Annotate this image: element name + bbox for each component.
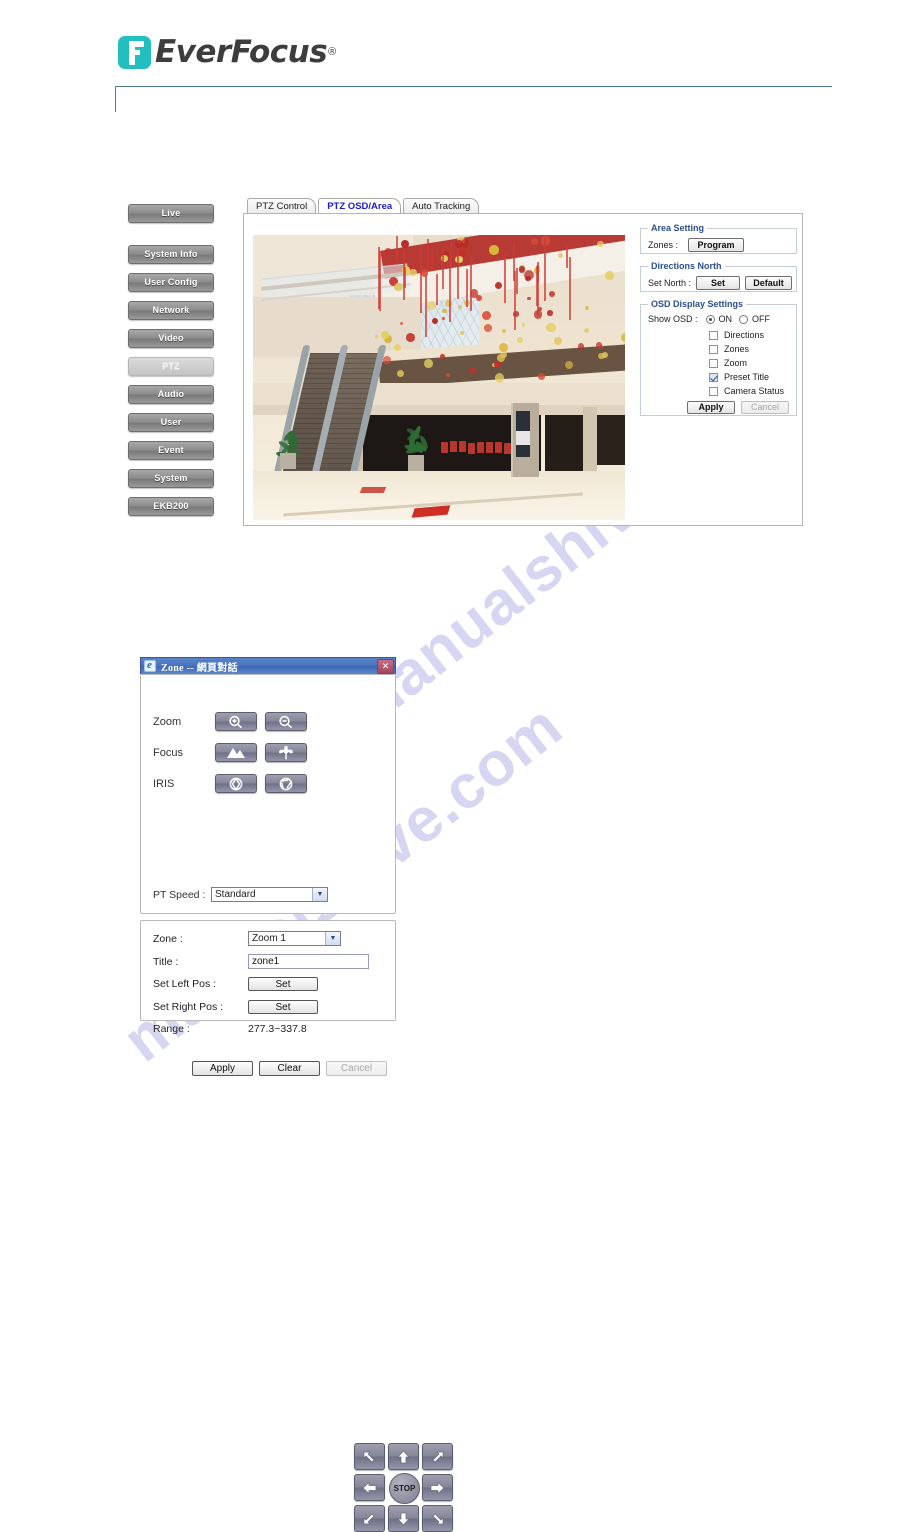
sidebar-item-user[interactable]: User [128,413,214,432]
set-left-pos-button[interactable]: Set [248,977,318,991]
zone-form-box: Zone : Zoom 1 ▼ Title : zone1 Set Left P… [140,920,396,1021]
set-north-label: Set North : [648,278,691,288]
zoom-out-button[interactable] [265,712,307,731]
pan-down-right-button[interactable] [422,1505,453,1532]
live-video-preview[interactable] [253,235,625,520]
sidebar-item-system-info[interactable]: System Info [128,245,214,264]
title-label: Title : [153,956,248,968]
set-right-pos-button[interactable]: Set [248,1000,318,1014]
sidebar-item-system[interactable]: System [128,469,214,488]
set-north-button[interactable]: Set [696,276,740,290]
registered-trademark-icon: ® [328,46,336,58]
show-osd-label: Show OSD : [648,314,698,324]
sidebar-item-ekb200[interactable]: EKB200 [128,497,214,516]
default-north-button[interactable]: Default [745,276,792,290]
pt-speed-label: PT Speed : [153,889,211,901]
ptz-control-box: Zoom Focus IRIS PT Speed: Standard ▼ [140,674,396,914]
show-osd-on-radio[interactable] [706,315,715,324]
chevron-down-icon[interactable]: ▼ [312,888,327,901]
show-osd-off-radio[interactable] [739,315,748,324]
sidebar-item-user-config[interactable]: User Config [128,273,214,292]
everfocus-logo: EverFocus ® [118,34,336,70]
tab-ptz-osd-area[interactable]: PTZ OSD/Area [318,198,401,214]
zone-clear-button[interactable]: Clear [259,1061,320,1076]
osd-apply-button[interactable]: Apply [687,401,735,414]
range-value: 277.3~337.8 [248,1023,307,1035]
zone-select[interactable]: Zoom 1 ▼ [248,931,341,946]
directions-label: Directions [724,330,764,340]
range-label: Range : [153,1023,248,1035]
zone-dialog-footer: Apply Clear Cancel [192,1061,387,1076]
zoom-label: Zoom [153,716,215,728]
sidebar-item-video[interactable]: Video [128,329,214,348]
pan-up-button[interactable] [388,1443,419,1470]
zones-label: Zones : [648,240,678,250]
sidebar-item-network[interactable]: Network [128,301,214,320]
pan-up-right-button[interactable] [422,1443,453,1470]
brand-name: EverFocus [155,34,327,70]
pan-down-button[interactable] [388,1505,419,1532]
tab-bar: PTZ Control PTZ OSD/Area Auto Tracking [247,198,481,214]
iris-close-button[interactable] [265,774,307,793]
title-input[interactable]: zone1 [248,954,369,969]
pt-speed-select[interactable]: Standard ▼ [211,887,328,902]
sidebar-item-ptz[interactable]: PTZ [128,357,214,376]
directions-checkbox[interactable] [709,331,718,340]
tab-auto-tracking[interactable]: Auto Tracking [403,198,479,214]
zones-checkbox-label: Zones [724,344,749,354]
pan-right-button[interactable] [422,1474,453,1501]
pan-down-left-button[interactable] [354,1505,385,1532]
pan-up-left-button[interactable] [354,1443,385,1470]
show-osd-on-label: ON [719,314,733,324]
sidebar-item-live[interactable]: Live [128,204,214,223]
osd-cancel-button: Cancel [741,401,789,414]
program-button[interactable]: Program [688,238,744,252]
close-icon[interactable]: ✕ [377,659,394,674]
zone-dialog-titlebar[interactable]: Zone -- 網頁對話 ✕ [140,657,396,674]
zoom-in-button[interactable] [215,712,257,731]
zone-apply-button[interactable]: Apply [192,1061,253,1076]
zone-dialog-title: Zone -- 網頁對話 [161,659,238,674]
area-setting-legend: Area Setting [648,223,707,233]
stop-button[interactable]: STOP [389,1473,420,1504]
zoom-checkbox[interactable] [709,359,718,368]
set-left-pos-label: Set Left Pos : [153,978,248,990]
sidebar-item-audio[interactable]: Audio [128,385,214,404]
pan-left-button[interactable] [354,1474,385,1501]
directions-north-legend: Directions North [648,261,725,271]
zone-label: Zone : [153,933,248,945]
everfocus-logo-mark [118,36,151,69]
sidebar-nav: Live System Info User Config Network Vid… [128,204,214,525]
chevron-down-icon[interactable]: ▼ [325,932,340,945]
page-header-band [115,86,832,112]
preset-title-checkbox[interactable] [709,373,718,382]
zones-checkbox[interactable] [709,345,718,354]
iris-open-button[interactable] [215,774,257,793]
osd-display-legend: OSD Display Settings [648,299,746,309]
iris-label: IRIS [153,778,215,790]
focus-near-button[interactable] [265,743,307,762]
osd-display-settings-fieldset: OSD Display Settings Show OSD : ON OFF D… [640,304,797,416]
zoom-checkbox-label: Zoom [724,358,747,368]
camera-status-label: Camera Status [724,386,784,396]
zone-dialog: Zone -- 網頁對話 ✕ Zoom Focus [140,657,396,1021]
pt-speed-value: Standard [215,889,256,900]
tab-ptz-control[interactable]: PTZ Control [247,198,316,214]
camera-status-checkbox[interactable] [709,387,718,396]
zone-cancel-button: Cancel [326,1061,387,1076]
directions-north-fieldset: Directions North Set North : Set Default [640,266,797,292]
preset-title-label: Preset Title [724,372,769,382]
show-osd-off-label: OFF [752,314,770,324]
area-setting-fieldset: Area Setting Zones : Program [640,228,797,254]
sidebar-item-event[interactable]: Event [128,441,214,460]
set-right-pos-label: Set Right Pos : [153,1001,248,1013]
focus-far-button[interactable] [215,743,257,762]
focus-label: Focus [153,747,215,759]
internet-explorer-icon [144,660,156,672]
zone-value: Zoom 1 [252,933,286,944]
